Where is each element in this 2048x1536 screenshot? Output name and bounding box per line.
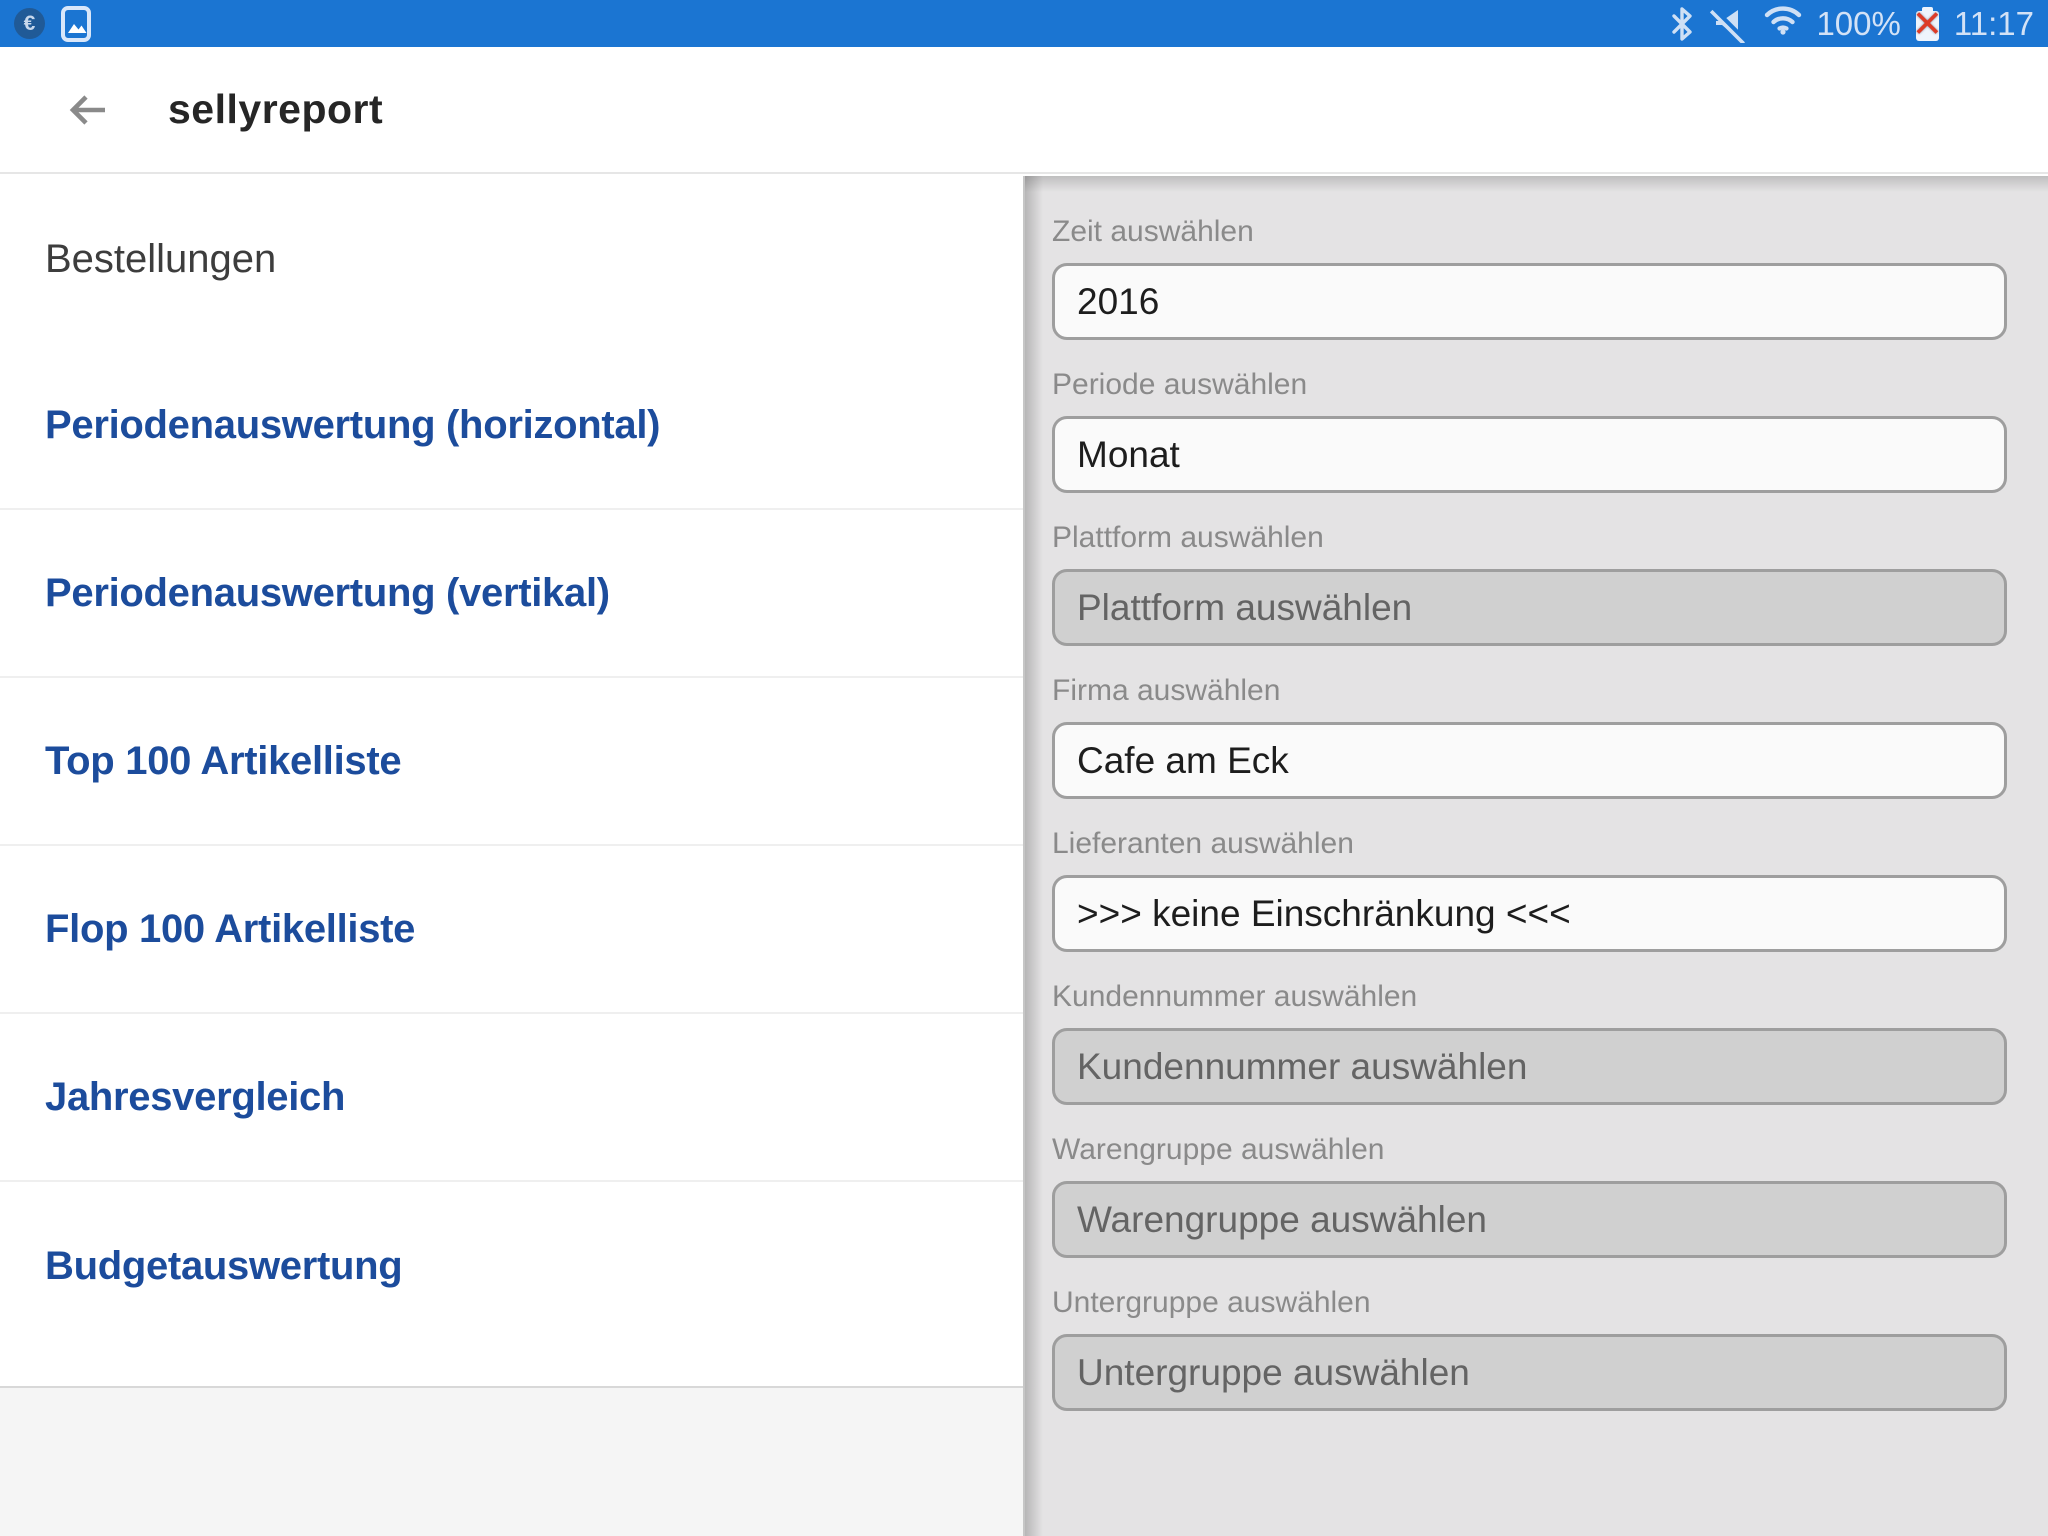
menu-item-top-100-artikelliste[interactable]: Top 100 Artikelliste (0, 678, 1023, 846)
battery-percentage: 100% (1816, 0, 1900, 47)
notification-icons: € (14, 6, 91, 42)
field-warengruppe: Warengruppe auswählen Warengruppe auswäh… (1052, 1131, 2012, 1258)
zeit-select[interactable]: 2016 (1052, 263, 2007, 340)
field-label-zeit: Zeit auswählen (1052, 213, 2012, 251)
filter-form-panel: Zeit auswählen 2016 Periode auswählen Mo… (1025, 176, 2048, 1536)
back-arrow-icon (64, 86, 112, 134)
screenshot-notification-icon (61, 6, 91, 42)
wifi-icon (1761, 2, 1803, 46)
system-status-icons: 100% ✕ 11:17 (1669, 0, 2034, 47)
field-label-kundennummer: Kundennummer auswählen (1052, 978, 2012, 1016)
warengruppe-select: Warengruppe auswählen (1052, 1181, 2007, 1258)
menu-item-periodenauswertung-vertikal[interactable]: Periodenauswertung (vertikal) (0, 510, 1023, 678)
field-label-firma: Firma auswählen (1052, 672, 2012, 710)
menu-item-periodenauswertung-horizontal[interactable]: Periodenauswertung (horizontal) (0, 342, 1023, 510)
field-plattform: Plattform auswählen Plattform auswählen (1052, 519, 2012, 646)
menu-header-bestellungen: Bestellungen (0, 176, 1023, 342)
menu-panel-filler (0, 1386, 1023, 1536)
field-label-plattform: Plattform auswählen (1052, 519, 2012, 557)
volume-muted-icon (1708, 5, 1748, 43)
report-menu-panel: Bestellungen Periodenauswertung (horizon… (0, 176, 1025, 1536)
kundennummer-select: Kundennummer auswählen (1052, 1028, 2007, 1105)
field-lieferanten: Lieferanten auswählen >>> keine Einschrä… (1052, 825, 2012, 952)
menu-list-end (0, 1350, 1023, 1386)
field-untergruppe: Untergruppe auswählen Untergruppe auswäh… (1052, 1284, 2012, 1411)
lieferanten-select[interactable]: >>> keine Einschränkung <<< (1052, 875, 2007, 952)
field-firma: Firma auswählen Cafe am Eck (1052, 672, 2012, 799)
page-title: sellyreport (168, 86, 383, 133)
plattform-select: Plattform auswählen (1052, 569, 2007, 646)
menu-item-budgetauswertung[interactable]: Budgetauswertung (0, 1182, 1023, 1350)
battery-icon: ✕ (1916, 7, 1939, 41)
app-bar: sellyreport (0, 47, 2048, 174)
status-bar: € (0, 0, 2048, 47)
field-label-warengruppe: Warengruppe auswählen (1052, 1131, 2012, 1169)
bluetooth-icon (1669, 6, 1695, 42)
field-kundennummer: Kundennummer auswählen Kundennummer ausw… (1052, 978, 2012, 1105)
field-label-periode: Periode auswählen (1052, 366, 2012, 404)
back-button[interactable] (62, 84, 114, 136)
clock: 11:17 (1954, 0, 2034, 47)
menu-item-flop-100-artikelliste[interactable]: Flop 100 Artikelliste (0, 846, 1023, 1014)
euro-notification-icon: € (14, 8, 45, 39)
untergruppe-select: Untergruppe auswählen (1052, 1334, 2007, 1411)
field-label-lieferanten: Lieferanten auswählen (1052, 825, 2012, 863)
firma-select[interactable]: Cafe am Eck (1052, 722, 2007, 799)
menu-item-jahresvergleich[interactable]: Jahresvergleich (0, 1014, 1023, 1182)
field-periode: Periode auswählen Monat (1052, 366, 2012, 493)
app-screen: € (0, 0, 2048, 1536)
field-label-untergruppe: Untergruppe auswählen (1052, 1284, 2012, 1322)
field-zeit: Zeit auswählen 2016 (1052, 213, 2012, 340)
periode-select[interactable]: Monat (1052, 416, 2007, 493)
battery-error-x-icon: ✕ (1912, 6, 1943, 43)
